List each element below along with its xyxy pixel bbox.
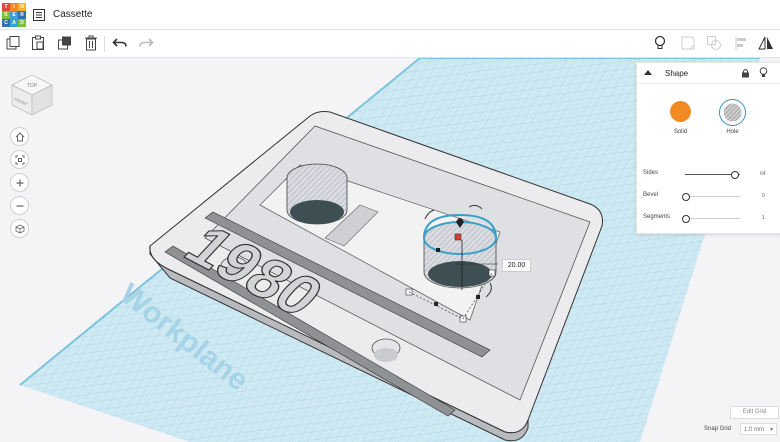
group-button[interactable] [705, 34, 723, 52]
snap-grid-select[interactable]: 1.0 mm ▾ [740, 423, 777, 435]
undo-button[interactable] [111, 34, 129, 52]
inspector-title: Shape [665, 69, 689, 78]
logo-letter: D [18, 19, 26, 27]
duplicate-button[interactable] [56, 34, 74, 52]
logo-letter: A [10, 19, 18, 27]
delete-button[interactable] [82, 34, 100, 52]
segments-slider-track[interactable] [685, 218, 740, 219]
shape-inspector: Shape Solid Hole Sides 64 Bevel 0 Segmen… [636, 62, 780, 234]
lock-icon[interactable] [741, 68, 750, 78]
selected-hole-bottom [428, 261, 492, 287]
segments-slider-handle[interactable] [682, 215, 690, 223]
view-cube-top-label: TOP [27, 83, 38, 89]
undo-icon [112, 38, 127, 47]
plus-icon [16, 179, 23, 186]
edge-handle[interactable] [436, 248, 440, 252]
dimension-input[interactable]: 20.00 [502, 259, 531, 272]
align-icon [735, 36, 746, 50]
segments-label: Segments [643, 214, 671, 220]
edge-handle[interactable] [434, 302, 438, 306]
redo-icon [139, 38, 154, 47]
show-all-button[interactable] [651, 34, 669, 52]
dropdown-arrow-icon: ▾ [769, 427, 773, 433]
logo-letter: E [10, 11, 18, 19]
tinkercad-logo[interactable]: T I N K E R C A D [2, 3, 26, 27]
logo-letter: K [2, 11, 10, 19]
mirror-icon [758, 36, 773, 50]
logo-letter: C [2, 19, 10, 27]
light-bulb-icon [654, 35, 666, 49]
notes-icon [681, 36, 695, 50]
home-icon [15, 131, 24, 141]
zoom-out-button[interactable] [10, 196, 29, 215]
solid-label: Solid [673, 129, 688, 135]
logo-letter: T [2, 3, 10, 11]
toolbar-divider [104, 36, 105, 52]
duplicate-icon [58, 36, 71, 50]
app-header: T I N K E R C A D Cassette [0, 0, 780, 30]
copy-button[interactable] [4, 34, 22, 52]
sides-value: 64 [760, 171, 766, 177]
trash-icon [85, 35, 97, 51]
copy-icon [6, 36, 20, 50]
home-view-button[interactable] [10, 127, 29, 146]
logo-letter: I [10, 3, 18, 11]
snap-grid-label: Snap Grid [704, 426, 732, 432]
sides-slider-handle[interactable] [731, 171, 739, 179]
left-hole-bottom [290, 200, 344, 224]
light-bulb-icon[interactable] [759, 67, 768, 78]
redo-button[interactable] [137, 34, 155, 52]
minus-icon [16, 204, 23, 207]
hole-pattern [723, 103, 742, 122]
ortho-view-button[interactable] [10, 219, 29, 238]
collapse-icon[interactable] [644, 70, 652, 75]
zoom-in-button[interactable] [10, 173, 29, 192]
paste-icon [32, 35, 44, 50]
inspector-header: Shape [637, 63, 780, 84]
bevel-value: 0 [762, 193, 765, 199]
snap-grid-value: 1.0 mm [744, 427, 765, 433]
small-hole-inner [374, 348, 398, 362]
logo-letter: R [18, 11, 26, 19]
bevel-slider-handle[interactable] [682, 193, 690, 201]
group-icon [707, 36, 721, 50]
bevel-slider-track[interactable] [685, 196, 740, 197]
fit-view-icon [15, 155, 24, 164]
fit-view-button[interactable] [10, 150, 29, 169]
toolbar [0, 30, 780, 58]
bevel-label: Bevel [643, 192, 659, 198]
edit-grid-button[interactable]: Edit Grid [730, 406, 779, 419]
view-cube[interactable]: TOP FRONT [8, 67, 58, 119]
align-button[interactable] [733, 34, 751, 52]
logo-letter: N [18, 3, 26, 11]
paste-button[interactable] [29, 34, 47, 52]
mirror-button[interactable] [757, 34, 775, 52]
sides-label: Sides [643, 170, 659, 176]
hole-label: Hole [726, 129, 739, 135]
perspective-cube-icon [15, 224, 24, 233]
notes-button[interactable] [679, 34, 697, 52]
height-handle[interactable] [454, 233, 462, 241]
hole-swatch[interactable] [719, 99, 746, 126]
design-list-icon[interactable] [33, 9, 45, 21]
segments-value: 1 [762, 215, 765, 221]
solid-swatch[interactable] [670, 101, 691, 122]
design-title[interactable]: Cassette [53, 9, 92, 20]
